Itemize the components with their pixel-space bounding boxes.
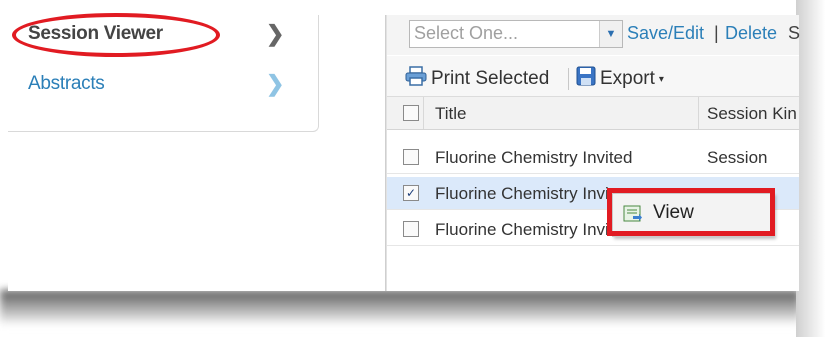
app-window: Session Viewer ❯ Abstracts ❯ Select One.… (8, 13, 801, 291)
saved-search-toolbar: Select One... ▼ Save/Edit | Delete S (387, 15, 801, 55)
select-all-checkbox[interactable] (403, 105, 419, 121)
column-header-session-kind[interactable]: Session Kin (707, 104, 799, 124)
table-row[interactable]: Fluorine Chemistry Invited Session (387, 141, 799, 174)
action-toolbar: Print Selected Export ▾ (387, 56, 799, 97)
save-disk-icon (576, 66, 596, 92)
screenshot-frame: Session Viewer ❯ Abstracts ❯ Select One.… (0, 0, 833, 337)
print-selected-button[interactable]: Print Selected (405, 66, 549, 92)
link-separator: | (714, 23, 719, 43)
chevron-right-icon[interactable]: ❯ (266, 21, 284, 47)
column-divider (698, 97, 699, 129)
bottom-shadow (0, 290, 800, 325)
chevron-down-icon[interactable]: ▼ (599, 21, 622, 47)
chevron-right-icon[interactable]: ❯ (266, 71, 284, 97)
row-checkbox[interactable] (403, 221, 419, 237)
grid-header: Title Session Kin (387, 97, 799, 130)
printer-icon (405, 66, 427, 92)
select-value: Select One... (414, 23, 519, 43)
session-grid: Select One... ▼ Save/Edit | Delete S Pri… (386, 15, 801, 291)
row-title: Fluorine Chemistry Invit (435, 220, 614, 239)
column-divider (423, 97, 424, 129)
right-shadow (796, 0, 833, 337)
row-session-kind: Session (707, 148, 768, 167)
row-title: Fluorine Chemistry Invit (435, 184, 614, 203)
column-header-title[interactable]: Title (435, 104, 467, 124)
export-label: Export (600, 68, 655, 89)
row-title: Fluorine Chemistry Invited (435, 148, 633, 167)
trailing-text: S (788, 23, 801, 43)
saved-search-select[interactable]: Select One... ▼ (409, 20, 623, 48)
toolbar-divider (568, 68, 569, 90)
row-checkbox[interactable]: ✓ (403, 185, 419, 201)
sidebar-item-abstracts[interactable]: Abstracts (28, 73, 105, 95)
highlight-box (607, 188, 775, 236)
caret-down-icon: ▾ (658, 73, 664, 85)
row-checkbox[interactable] (403, 149, 419, 165)
highlight-oval (12, 13, 220, 57)
save-edit-link[interactable]: Save/Edit (627, 23, 704, 44)
print-selected-label: Print Selected (431, 68, 550, 89)
sidebar: Session Viewer ❯ Abstracts ❯ (8, 13, 319, 132)
export-button[interactable]: Export ▾ (576, 66, 664, 92)
delete-link[interactable]: Delete (725, 23, 777, 44)
